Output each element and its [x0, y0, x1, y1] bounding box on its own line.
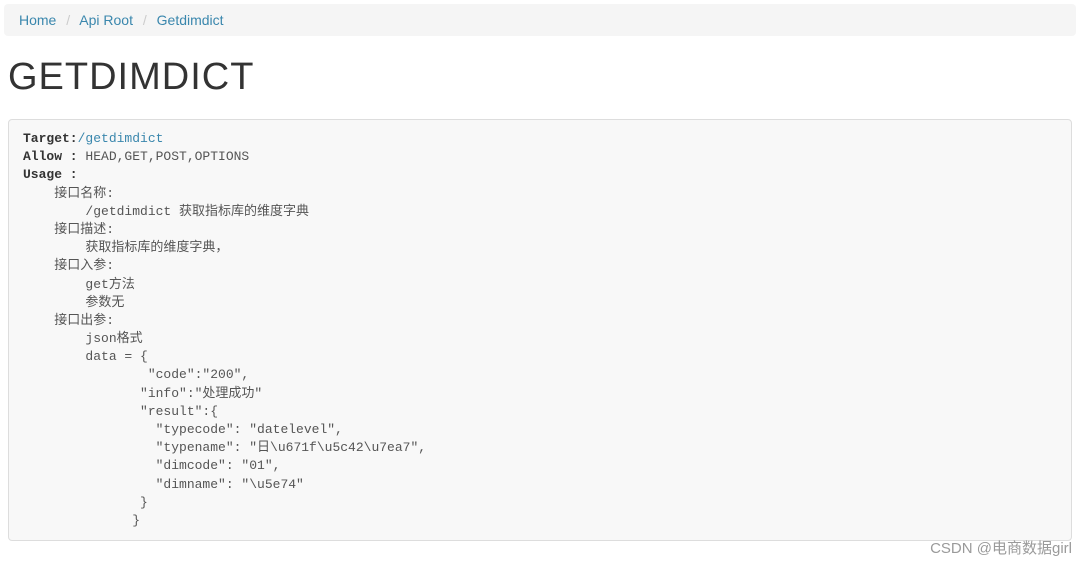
allow-value: HEAD,GET,POST,OPTIONS [78, 149, 250, 164]
breadcrumb-api-root[interactable]: Api Root [79, 12, 133, 28]
breadcrumb-getdimdict[interactable]: Getdimdict [157, 12, 224, 28]
breadcrumb-separator: / [66, 12, 70, 28]
allow-label: Allow : [23, 149, 78, 164]
breadcrumb: Home / Api Root / Getdimdict [4, 4, 1076, 36]
target-link[interactable]: /getdimdict [78, 131, 164, 146]
target-label: Target: [23, 131, 78, 146]
usage-label: Usage : [23, 167, 78, 182]
page-title: GETDIMDICT [8, 56, 1080, 99]
api-content-box: Target:/getdimdict Allow : HEAD,GET,POST… [8, 119, 1072, 541]
api-body: 接口名称: /getdimdict 获取指标库的维度字典 接口描述: 获取指标库… [23, 186, 426, 528]
api-pre-block: Target:/getdimdict Allow : HEAD,GET,POST… [23, 130, 1057, 530]
breadcrumb-home[interactable]: Home [19, 12, 56, 28]
breadcrumb-separator: / [143, 12, 147, 28]
